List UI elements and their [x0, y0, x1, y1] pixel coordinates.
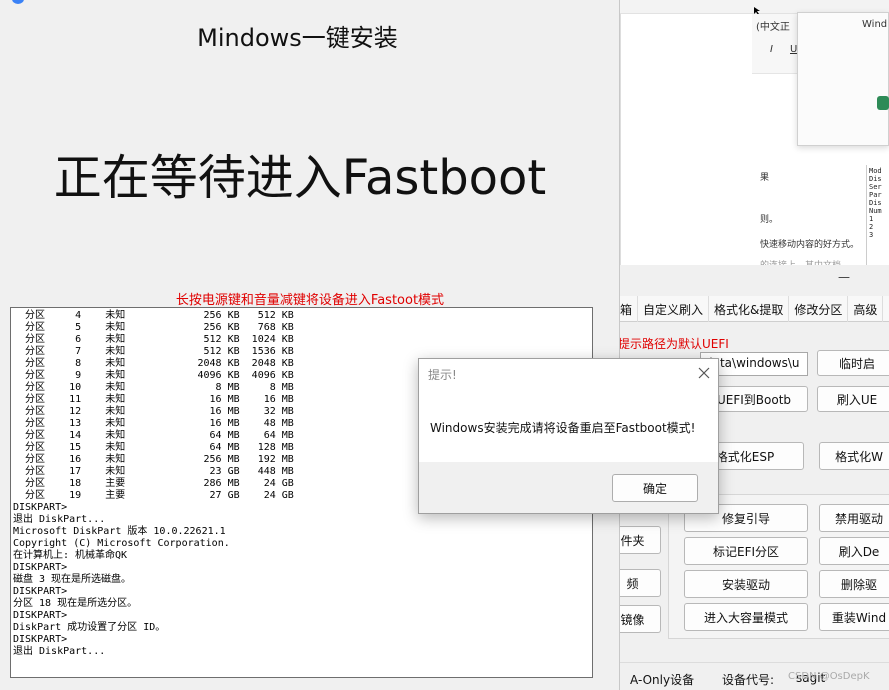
console-line: DiskPart 成功设置了分区 ID。: [13, 622, 166, 633]
app-title: Mindows一键安装: [197, 24, 398, 52]
tab-advanced[interactable]: 高级: [848, 296, 884, 322]
console-line: DISKPART>: [13, 586, 68, 597]
console-line: 退出 DiskPart...: [13, 514, 106, 525]
minimize-button[interactable]: —: [838, 270, 850, 284]
dialog-titlebar: 提示!: [419, 359, 718, 387]
status-bar: A-Only设备 设备代号: sagit CSDN @OsDepK: [620, 662, 889, 690]
path-hint: 提示路径为默认UEFI: [618, 337, 729, 351]
temp-boot-button[interactable]: 临时启: [817, 350, 889, 376]
popup-label: Wind: [862, 19, 888, 30]
cursor-icon: [754, 0, 762, 15]
console-line: DISKPART>: [13, 562, 68, 573]
console-line: 分区 6 未知 512 KB 1024 KB: [13, 334, 294, 345]
tab-toolbox[interactable]: 箱: [620, 296, 639, 322]
status-heading: 正在等待进入Fastboot: [53, 150, 547, 206]
console-line: 退出 DiskPart...: [13, 646, 106, 657]
background-console-strip: Mod Dis Ser Par Dis Num 1 2 3: [866, 165, 889, 265]
doc-text-line: 果: [760, 173, 770, 183]
tab-modify-partition[interactable]: 修改分区: [789, 296, 849, 322]
doc-text-line: 快速移动内容的好方式。: [760, 240, 860, 250]
reinstall-windows-button[interactable]: 重装Wind: [819, 603, 889, 631]
console-line: 分区 4 未知 256 KB 512 KB: [13, 310, 294, 321]
doc-text-line: 则。: [760, 215, 779, 225]
italic-button[interactable]: I: [770, 44, 773, 55]
flash-dev-button[interactable]: 刷入De: [819, 537, 889, 565]
tab-format-extract[interactable]: 格式化&提取: [709, 296, 790, 322]
background-popup-window: Wind: [797, 12, 889, 146]
notice-dialog: 提示! Windows安装完成请将设备重启至Fastboot模式! 确定: [418, 358, 719, 514]
format-win-button[interactable]: 格式化W: [819, 442, 889, 470]
watermark: CSDN @OsDepK: [788, 671, 870, 682]
mark-efi-button[interactable]: 标记EFI分区: [684, 537, 808, 565]
mass-storage-button[interactable]: 进入大容量模式: [684, 603, 808, 631]
close-icon[interactable]: [694, 363, 714, 383]
font-name-field[interactable]: (中文正: [756, 18, 790, 33]
console-line: 磁盘 3 现在是所选磁盘。: [13, 574, 132, 585]
disable-driver-button[interactable]: 禁用驱动: [819, 504, 889, 532]
console-line: 分区 18 现在是所选分区。: [13, 598, 138, 609]
toggle-switch[interactable]: [877, 96, 889, 110]
console-line: Microsoft DiskPart 版本 10.0.22621.1: [13, 526, 226, 537]
install-driver-button[interactable]: 安装驱动: [684, 570, 808, 598]
delete-driver-button[interactable]: 删除驱: [819, 570, 889, 598]
console-line: 分区 5 未知 256 KB 768 KB: [13, 322, 294, 333]
tab-bar: 箱 自定义刷入 格式化&提取 修改分区 高级: [620, 296, 889, 322]
codename-label: 设备代号:: [722, 673, 775, 687]
tab-custom-flash[interactable]: 自定义刷入: [638, 296, 710, 322]
fastboot-hint: 长按电源键和音量减键将设备进入Fastoot模式: [175, 293, 445, 308]
console-line: 在计算机上: 机械革命QK: [13, 550, 128, 561]
console-line: Copyright (C) Microsoft Corporation.: [13, 538, 230, 549]
aonly-status: A-Only设备: [630, 673, 695, 687]
dialog-title: 提示!: [428, 368, 457, 382]
dialog-message: Windows安装完成请将设备重启至Fastboot模式!: [430, 421, 696, 435]
console-line: DISKPART>: [13, 610, 68, 621]
console-line: DISKPART>: [13, 634, 68, 645]
console-line: 分区 7 未知 512 KB 1536 KB: [13, 346, 294, 357]
flash-uefi-button[interactable]: 刷入UE: [817, 386, 889, 412]
ok-button[interactable]: 确定: [612, 474, 698, 502]
